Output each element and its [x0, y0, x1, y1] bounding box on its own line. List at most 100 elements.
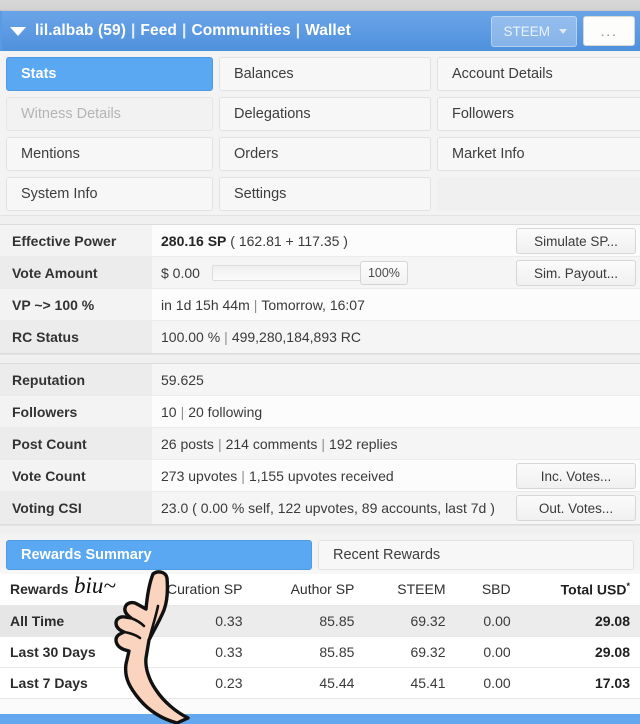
tab-market-info[interactable]: Market Info — [437, 137, 640, 171]
row-period: All Time — [0, 605, 125, 637]
nav-separator-3: | — [295, 22, 301, 39]
tab-witness-details: Witness Details — [6, 97, 213, 131]
col-curation-sp: Curation SP — [125, 574, 253, 606]
tab-mentions[interactable]: Mentions — [6, 137, 213, 171]
tab-followers[interactable]: Followers — [437, 97, 640, 131]
stat-value: in 1d 15h 44m | Tomorrow, 16:07 — [152, 289, 640, 320]
col-steem: STEEM — [364, 574, 456, 606]
effective-power-breakdown: ( 162.81 + 117.35 ) — [230, 232, 348, 249]
window-top-strip — [0, 0, 640, 11]
cell-author-sp: 45.44 — [252, 667, 365, 699]
tab-system-info[interactable]: System Info — [6, 177, 213, 211]
caret-down-icon — [559, 28, 567, 34]
tab-orders[interactable]: Orders — [219, 137, 431, 171]
tab-rewards-summary[interactable]: Rewards Summary — [6, 540, 312, 570]
nav-link-feed[interactable]: Feed — [140, 22, 177, 39]
stat-row-rc-status: RC Status 100.00 % | 499,280,184,893 RC — [0, 321, 640, 353]
nav-separator-2: | — [182, 22, 187, 39]
vote-weight-slider[interactable]: 100% — [211, 260, 408, 285]
upvotes-given: 273 upvotes — [161, 467, 238, 484]
section-divider — [0, 354, 640, 363]
stat-label: Reputation — [0, 364, 152, 395]
cell-total-usd: 17.03 — [520, 667, 640, 699]
tab-account-details[interactable]: Account Details — [437, 57, 640, 91]
stat-label: RC Status — [0, 321, 152, 353]
cell-steem: 45.41 — [364, 667, 456, 699]
stat-row-followers: Followers 10 | 20 following — [0, 396, 640, 428]
tab-delegations[interactable]: Delegations — [219, 97, 431, 131]
value-separator: | — [224, 329, 228, 345]
stat-row-vote-count: Vote Count 273 upvotes | 1,155 upvotes rec… — [0, 460, 640, 492]
vote-amount-value: $ 0.00 — [161, 264, 200, 281]
value-separator: | — [217, 435, 222, 452]
followers-count: 10 — [161, 403, 177, 420]
bottom-accent-bar — [0, 714, 640, 724]
row-period: Last 30 Days — [0, 636, 125, 668]
upvotes-received: 1,155 upvotes received — [248, 467, 394, 484]
cell-total-usd: 29.08 — [520, 636, 640, 668]
vp-countdown: in 1d 15h 44m — [161, 296, 250, 313]
posts-count: 26 posts — [161, 435, 214, 452]
stat-label: Followers — [0, 396, 152, 427]
tab-settings[interactable]: Settings — [219, 177, 431, 211]
secondary-stats-table: Reputation 59.625 Followers 10 | 20 follow… — [0, 363, 640, 525]
stat-row-voting-csi: Voting CSI 23.0 ( 0.00 % self, 122 upvot… — [0, 492, 640, 524]
cell-steem: 69.32 — [364, 605, 456, 637]
table-row[interactable]: Last 30 Days 0.33 85.85 69.32 0.00 29.08 — [0, 636, 640, 668]
col-rewards: Rewards — [0, 574, 125, 606]
stat-label: Vote Amount — [0, 257, 152, 288]
stat-label: Effective Power — [0, 225, 152, 256]
row-period: Last 7 Days — [0, 667, 125, 699]
rewards-table-head: Rewards Curation SP Author SP STEEM SBD … — [0, 574, 640, 606]
value-separator: | — [180, 403, 185, 420]
col-author-sp: Author SP — [252, 574, 365, 606]
caret-down-icon[interactable] — [10, 26, 26, 36]
nav-separator-1: | — [130, 22, 136, 39]
tab-placeholder — [437, 177, 640, 211]
stat-row-post-count: Post Count 26 posts | 214 comments | 192 rep… — [0, 428, 640, 460]
table-header-row: Rewards Curation SP Author SP STEEM SBD … — [0, 574, 640, 606]
value-separator: | — [241, 467, 245, 484]
stat-label: Post Count — [0, 428, 152, 459]
stat-row-reputation: Reputation 59.625 — [0, 364, 640, 396]
slider-thumb[interactable]: 100% — [359, 260, 408, 285]
stat-label: VP ~> 100 % — [0, 289, 152, 320]
table-row[interactable]: All Time 0.33 85.85 69.32 0.00 29.08 — [0, 605, 640, 637]
bottom-filler — [0, 698, 640, 715]
app-window: lil.albab (59) | Feed | Communities | Wallet S… — [0, 0, 640, 724]
cell-author-sp: 85.85 — [252, 605, 365, 637]
col-total-usd-label: Total USD — [560, 581, 627, 598]
sim-payout-button[interactable]: Sim. Payout... — [516, 260, 636, 286]
stat-value: 100.00 % | 499,280,184,893 RC — [152, 321, 640, 353]
tab-recent-rewards[interactable]: Recent Rewards — [318, 540, 634, 570]
tab-stats[interactable]: Stats — [6, 57, 213, 91]
table-row[interactable]: Last 7 Days 0.23 45.44 45.41 0.00 17.03 — [0, 667, 640, 699]
primary-stats-table: Effective Power 280.16 SP ( 162.81 + 117… — [0, 224, 640, 354]
outgoing-votes-button[interactable]: Out. Votes... — [516, 495, 636, 521]
nav-link-communities[interactable]: Communities — [191, 22, 290, 39]
rewards-tab-bar: Rewards Summary Recent Rewards — [0, 534, 640, 570]
incoming-votes-button[interactable]: Inc. Votes... — [516, 463, 636, 489]
stat-label: Voting CSI — [0, 492, 152, 524]
cell-sbd: 0.00 — [455, 667, 521, 699]
comments-count: 214 comments — [225, 435, 318, 452]
currency-selector[interactable]: STEEM — [491, 15, 577, 47]
effective-power-value: 280.16 SP — [161, 232, 227, 249]
stat-row-vote-amount: Vote Amount $ 0.00 100% Sim. Payout... — [0, 257, 640, 289]
tab-balances[interactable]: Balances — [219, 57, 431, 91]
currency-label: STEEM — [503, 23, 550, 39]
rewards-table-body: All Time 0.33 85.85 69.32 0.00 29.08 Las… — [0, 605, 640, 699]
replies-count: 192 replies — [329, 435, 398, 452]
section-divider — [0, 215, 640, 224]
section-divider — [0, 525, 640, 534]
value-separator: | — [253, 296, 258, 313]
vp-eta: Tomorrow, 16:07 — [261, 296, 365, 313]
header-nav: lil.albab (59) | Feed | Communities | Wallet — [35, 22, 351, 40]
nav-link-wallet[interactable]: Wallet — [305, 22, 351, 39]
more-menu-button[interactable]: ... — [583, 16, 635, 46]
cell-author-sp: 85.85 — [252, 636, 365, 668]
header-username[interactable]: lil.albab (59) — [35, 22, 126, 39]
stat-value: 10 | 20 following — [152, 396, 640, 427]
value-separator: | — [321, 435, 326, 452]
simulate-sp-button[interactable]: Simulate SP... — [516, 228, 636, 254]
